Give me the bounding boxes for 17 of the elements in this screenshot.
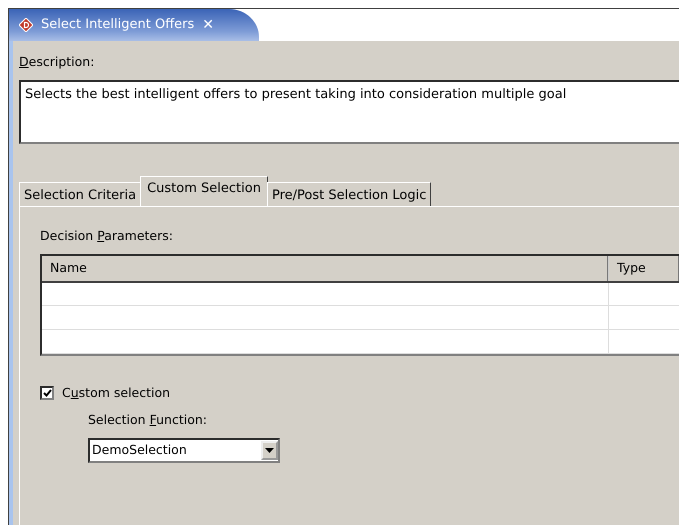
dropdown-arrow-icon bbox=[265, 448, 274, 452]
editor-tab[interactable]: Select Intelligent Offers ✕ bbox=[9, 9, 259, 41]
editor-tab-title: Select Intelligent Offers bbox=[41, 16, 194, 34]
diamond-icon bbox=[19, 18, 33, 32]
description-label: Description: bbox=[19, 53, 94, 71]
column-header[interactable]: Type bbox=[608, 256, 679, 282]
description-field[interactable]: Selects the best intelligent offers to present taking into consideration multiple goal bbox=[19, 80, 679, 144]
selection-function-label: Selection Function: bbox=[88, 410, 207, 429]
parameters-table[interactable]: Name Type bbox=[40, 254, 679, 356]
selection-function-dropdown[interactable]: DemoSelection bbox=[88, 438, 280, 462]
tab[interactable]: Selection Criteria bbox=[19, 182, 142, 206]
custom-selection-checkbox[interactable] bbox=[40, 386, 54, 400]
decision-parameters-label: Decision Parameters: bbox=[40, 226, 173, 245]
tab[interactable]: Pre/Post Selection Logic bbox=[266, 182, 432, 206]
tab[interactable]: Custom Selection bbox=[140, 176, 268, 206]
custom-selection-label: Custom selection bbox=[62, 384, 170, 402]
column-header[interactable]: Name bbox=[42, 256, 608, 282]
